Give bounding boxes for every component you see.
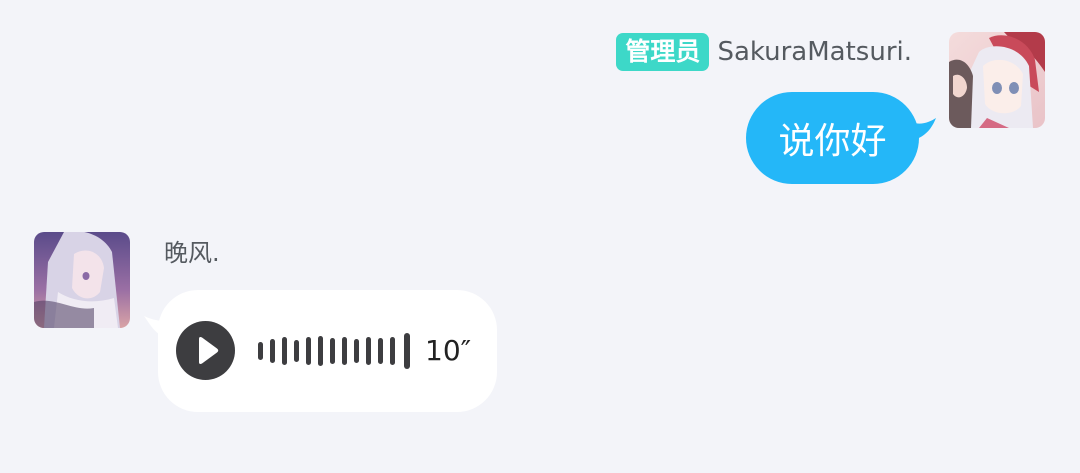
outgoing-text-bubble[interactable]: 说你好	[746, 92, 919, 184]
avatar-outgoing[interactable]	[949, 32, 1045, 128]
voice-duration: 10″	[425, 334, 472, 367]
play-button[interactable]	[176, 321, 235, 380]
anime-girl-avatar-icon	[34, 232, 130, 328]
play-icon	[199, 337, 219, 364]
avatar-incoming[interactable]	[34, 232, 130, 328]
message-text: 说你好	[778, 121, 887, 162]
anime-girl-avatar-icon	[949, 32, 1045, 128]
waveform-icon	[258, 333, 410, 369]
sender-name-incoming[interactable]: 晚风.	[164, 236, 220, 270]
admin-role-badge: 管理员	[616, 33, 710, 71]
sender-name-outgoing[interactable]: SakuraMatsuri.	[717, 37, 912, 67]
sender-row-outgoing: 管理员 SakuraMatsuri.	[616, 33, 912, 71]
bubble-tail-outgoing	[912, 118, 936, 140]
